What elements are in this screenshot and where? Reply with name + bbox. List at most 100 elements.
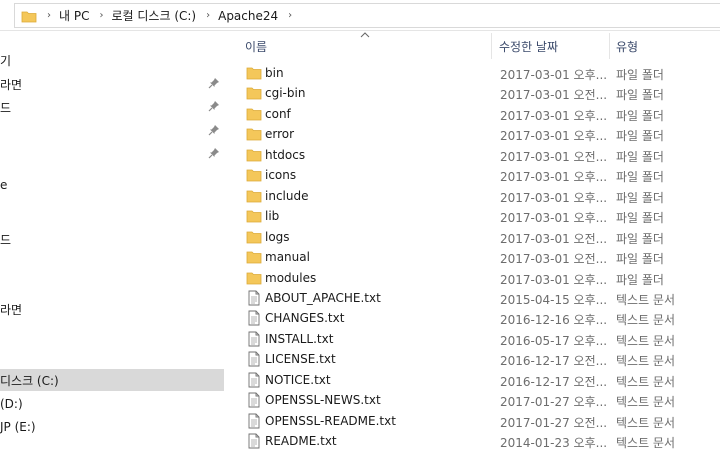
file-modified-date: 2014-01-23 오후... bbox=[500, 436, 608, 451]
nav-item[interactable]: 드 bbox=[0, 96, 224, 118]
file-modified-date: 2017-01-27 오후... bbox=[500, 395, 608, 410]
file-modified-date: 2017-03-01 오전... bbox=[500, 231, 608, 246]
file-modified-date: 2017-03-01 오전... bbox=[500, 88, 608, 103]
table-row[interactable]: conf 2017-03-01 오후... 파일 폴더 bbox=[232, 104, 720, 124]
file-name: LICENSE.txt bbox=[265, 352, 336, 367]
table-row[interactable]: icons 2017-03-01 오후... 파일 폴더 bbox=[232, 165, 720, 185]
file-name: conf bbox=[265, 106, 291, 121]
column-name-header[interactable]: 이름 bbox=[245, 38, 267, 55]
folder-icon bbox=[246, 251, 262, 264]
table-row[interactable]: README.txt 2014-01-23 오후... 텍스트 문서 bbox=[232, 431, 720, 451]
breadcrumb-expand[interactable]: › bbox=[278, 10, 300, 21]
table-row[interactable]: INSTALL.txt 2016-05-17 오후... 텍스트 문서 bbox=[232, 329, 720, 349]
table-row[interactable]: LICENSE.txt 2016-12-17 오전... 텍스트 문서 bbox=[232, 349, 720, 369]
nav-item[interactable]: 드 bbox=[0, 228, 224, 250]
file-type: 파일 폴더 bbox=[616, 68, 664, 82]
text-file-icon bbox=[248, 433, 260, 449]
table-row[interactable]: cgi-bin 2017-03-01 오전... 파일 폴더 bbox=[232, 83, 720, 103]
pin-icon[interactable] bbox=[208, 124, 220, 136]
file-modified-date: 2016-12-16 오후... bbox=[500, 313, 608, 328]
nav-item[interactable]: JP (E:) bbox=[0, 416, 224, 438]
file-modified-date: 2016-12-17 오전... bbox=[500, 374, 608, 389]
table-row[interactable]: htdocs 2017-03-01 오전... 파일 폴더 bbox=[232, 145, 720, 165]
file-name: lib bbox=[265, 209, 280, 224]
table-row[interactable]: OPENSSL-README.txt 2017-01-27 오전... 텍스트 문서 bbox=[232, 411, 720, 431]
breadcrumb[interactable]: › 내 PC › 로컬 디스크 (C:) › Apache24 › bbox=[14, 3, 720, 28]
breadcrumb-item-apache24[interactable]: › Apache24 bbox=[196, 9, 278, 23]
nav-item[interactable]: 라면 bbox=[0, 73, 224, 95]
file-type: 텍스트 문서 bbox=[616, 415, 676, 430]
nav-item[interactable]: 디스크 (C:) bbox=[0, 369, 224, 391]
file-name: NOTICE.txt bbox=[265, 372, 331, 387]
breadcrumb-item-pc[interactable]: › 내 PC bbox=[37, 7, 89, 24]
column-divider[interactable] bbox=[609, 33, 610, 59]
file-modified-date: 2017-03-01 오후... bbox=[500, 170, 608, 185]
folder-icon bbox=[246, 169, 262, 182]
table-row[interactable]: logs 2017-03-01 오전... 파일 폴더 bbox=[232, 227, 720, 247]
text-file-icon bbox=[248, 331, 260, 347]
folder-icon bbox=[246, 272, 262, 284]
folder-icon bbox=[246, 128, 262, 141]
nav-item[interactable]: 라면 bbox=[0, 298, 224, 320]
file-name: modules bbox=[265, 270, 317, 285]
table-row[interactable]: lib 2017-03-01 오후... 파일 폴더 bbox=[232, 206, 720, 226]
folder-icon bbox=[246, 231, 262, 243]
file-type: 파일 폴더 bbox=[616, 129, 664, 144]
chevron-right-icon: › bbox=[47, 10, 51, 21]
file-modified-date: 2015-04-15 오후... bbox=[500, 292, 608, 307]
nav-item-label: JP (E:) bbox=[0, 420, 36, 434]
file-name: CHANGES.txt bbox=[265, 311, 345, 326]
column-divider[interactable] bbox=[491, 33, 492, 59]
nav-item[interactable] bbox=[0, 120, 224, 142]
nav-item-label: e bbox=[0, 178, 8, 192]
table-row[interactable]: include 2017-03-01 오후... 파일 폴더 bbox=[232, 186, 720, 206]
folder-icon bbox=[246, 210, 262, 223]
file-type: 텍스트 문서 bbox=[616, 395, 676, 410]
file-modified-date: 2017-03-01 오후... bbox=[500, 211, 608, 226]
pin-icon[interactable] bbox=[208, 100, 220, 112]
table-row[interactable]: ABOUT_APACHE.txt 2015-04-15 오후... 텍스트 문서 bbox=[232, 288, 720, 308]
file-type: 파일 폴더 bbox=[616, 211, 664, 226]
folder-icon bbox=[246, 149, 262, 162]
column-date-header[interactable]: 수정한 날짜 bbox=[499, 38, 558, 55]
text-file-icon bbox=[248, 392, 260, 408]
file-modified-date: 2017-03-01 오전... bbox=[500, 252, 608, 267]
table-row[interactable]: NOTICE.txt 2016-12-17 오전... 텍스트 문서 bbox=[232, 370, 720, 390]
pin-icon[interactable] bbox=[208, 77, 220, 89]
nav-item[interactable] bbox=[0, 143, 224, 165]
pin-icon[interactable] bbox=[208, 147, 220, 159]
table-row[interactable]: CHANGES.txt 2016-12-16 오후... 텍스트 문서 bbox=[232, 308, 720, 328]
table-row[interactable]: manual 2017-03-01 오전... 파일 폴더 bbox=[232, 247, 720, 267]
breadcrumb-item-local-disk[interactable]: › 로컬 디스크 (C:) bbox=[89, 7, 196, 24]
file-type: 파일 폴더 bbox=[616, 170, 664, 185]
navigation-pane: 기 라면 드 e 드 라면 디스크 (C:) (D:) JP (E:) bbox=[0, 31, 224, 467]
file-name: cgi-bin bbox=[265, 86, 306, 101]
table-row[interactable]: error 2017-03-01 오후... 파일 폴더 bbox=[232, 124, 720, 144]
file-modified-date: 2016-05-17 오후... bbox=[500, 333, 608, 348]
nav-item[interactable]: 기 bbox=[0, 49, 224, 71]
file-type: 파일 폴더 bbox=[616, 108, 664, 123]
nav-item[interactable]: (D:) bbox=[0, 393, 224, 415]
file-name: manual bbox=[265, 250, 310, 265]
nav-item-label: 디스크 (C:) bbox=[0, 373, 59, 388]
column-type-header[interactable]: 유형 bbox=[616, 38, 638, 55]
nav-item[interactable]: e bbox=[0, 174, 224, 196]
sort-up-icon bbox=[360, 32, 370, 38]
file-type: 텍스트 문서 bbox=[616, 354, 676, 369]
table-row[interactable]: OPENSSL-NEWS.txt 2017-01-27 오후... 텍스트 문서 bbox=[232, 390, 720, 410]
column-header: 이름 수정한 날짜 유형 bbox=[232, 31, 720, 61]
file-type: 파일 폴더 bbox=[616, 231, 664, 246]
file-modified-date: 2016-12-17 오전... bbox=[500, 354, 608, 369]
file-name: error bbox=[265, 127, 295, 142]
chevron-right-icon: › bbox=[206, 10, 211, 21]
file-name: ABOUT_APACHE.txt bbox=[265, 290, 381, 305]
file-modified-date: 2017-03-01 오후... bbox=[500, 272, 608, 287]
file-type: 텍스트 문서 bbox=[616, 374, 676, 389]
file-modified-date: 2017-03-01 오전... bbox=[500, 149, 608, 164]
table-row[interactable]: modules 2017-03-01 오후... 파일 폴더 bbox=[232, 268, 720, 288]
folder-icon bbox=[246, 88, 262, 100]
nav-item-label: (D:) bbox=[0, 397, 23, 411]
file-type: 파일 폴더 bbox=[616, 88, 664, 103]
table-row[interactable]: bin 2017-03-01 오후... 파일 폴더 bbox=[232, 63, 720, 83]
file-name: logs bbox=[265, 229, 290, 244]
